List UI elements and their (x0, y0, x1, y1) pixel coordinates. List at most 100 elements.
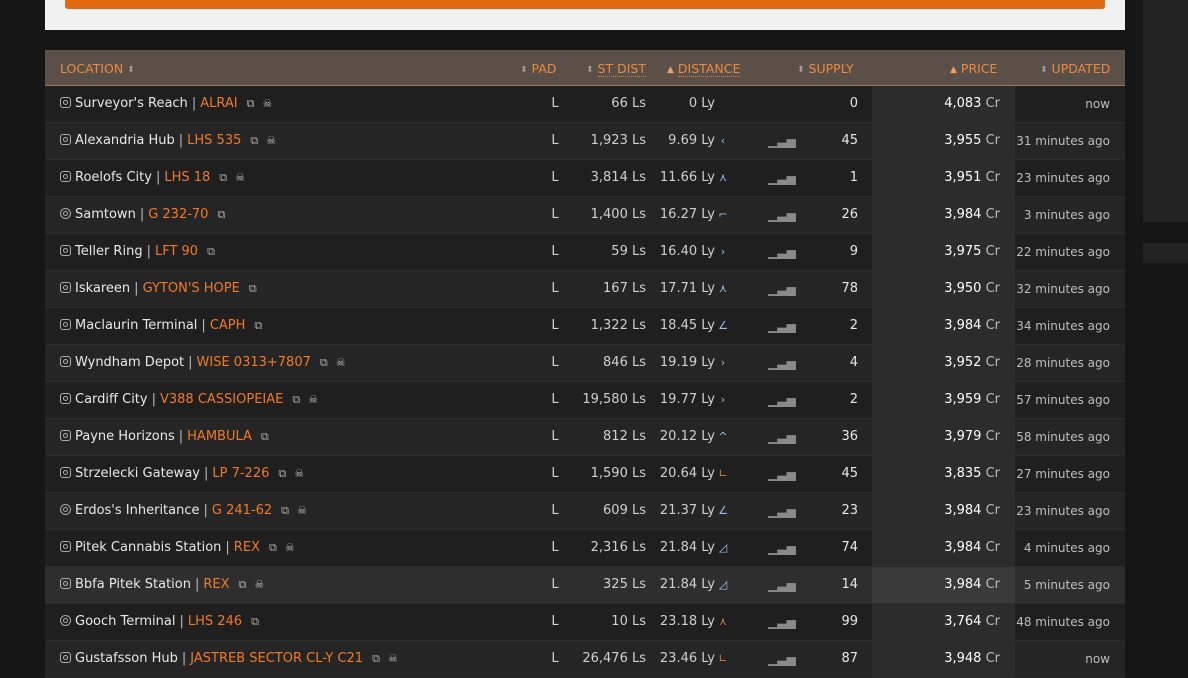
table-row[interactable]: Alexandria Hub | LHS 535 ⧉ ☠ L 1,923 Ls 9.69… (45, 123, 1125, 160)
market-bars-icon[interactable]: ▁▃▅ (768, 493, 796, 529)
market-bars-icon[interactable]: ▁▃▅ (768, 123, 796, 159)
external-link-icon[interactable]: ⧉ (250, 123, 258, 159)
table-row[interactable]: Payne Horizons | HAMBULA ⧉ L 812 Ls 20.12 L… (45, 419, 1125, 456)
station-name[interactable]: Cardiff City (75, 392, 148, 407)
market-bars-icon[interactable]: ▁▃▅ (768, 382, 796, 418)
station-name[interactable]: Gustafsson Hub (75, 651, 178, 666)
table-row[interactable]: Cardiff City | V388 CASSIOPEIAE ⧉ ☠ L 19,580… (45, 382, 1125, 419)
market-bars-icon[interactable]: ▁▃▅ (768, 641, 796, 677)
separator: | (178, 133, 184, 148)
station-name[interactable]: Surveyor's Reach (75, 96, 188, 111)
updated-time: 22 minutes ago (1016, 245, 1110, 259)
system-name-link[interactable]: REX (234, 540, 260, 555)
table-row[interactable]: Iskareen | GYTON'S HOPE ⧉ L 167 Ls 17.71 Ly… (45, 271, 1125, 308)
table-row[interactable]: Strzelecki Gateway | LP 7-226 ⧉ ☠ L 1,590 Ls… (45, 456, 1125, 493)
market-bars-icon[interactable]: ▁▃▅ (768, 234, 796, 270)
system-name-link[interactable]: LHS 246 (188, 614, 242, 629)
system-name-link[interactable]: HAMBULA (187, 429, 252, 444)
station-name[interactable]: Teller Ring (75, 244, 143, 259)
header-updated[interactable]: ⬍ UPDATED (1040, 50, 1110, 85)
table-row[interactable]: Bbfa Pitek Station | REX ⧉ ☠ L 325 Ls 21.84 … (45, 567, 1125, 604)
station-name[interactable]: Pitek Cannabis Station (75, 540, 221, 555)
price-unit: Cr (985, 244, 1000, 259)
market-bars-icon[interactable]: ▁▃▅ (768, 530, 796, 566)
station-name[interactable]: Maclaurin Terminal (75, 318, 197, 333)
external-link-icon[interactable]: ⧉ (251, 604, 259, 640)
system-name-link[interactable]: GYTON'S HOPE (143, 281, 240, 296)
station-name[interactable]: Alexandria Hub (75, 133, 175, 148)
market-bars-icon[interactable]: ▁▃▅ (768, 271, 796, 307)
external-link-icon[interactable]: ⧉ (372, 641, 380, 677)
header-st-dist[interactable]: ⬍ ST DIST (586, 50, 646, 85)
header-price[interactable]: ▲ PRICE (950, 50, 997, 85)
external-link-icon[interactable]: ⧉ (292, 382, 300, 418)
system-name-link[interactable]: LHS 535 (187, 133, 241, 148)
market-bars-icon[interactable]: ▁▃▅ (768, 197, 796, 233)
system-name-link[interactable]: LHS 18 (164, 170, 210, 185)
station-distance: 1,322 Ls (590, 318, 646, 333)
table-row[interactable]: Pitek Cannabis Station | REX ⧉ ☠ L 2,316 Ls … (45, 530, 1125, 567)
market-bars-icon[interactable]: ▁▃▅ (768, 604, 796, 640)
header-location[interactable]: LOCATION ⬍ (60, 50, 139, 85)
orange-action-bar[interactable] (65, 0, 1105, 9)
station-name[interactable]: Wyndham Depot (75, 355, 184, 370)
station-name[interactable]: Payne Horizons (75, 429, 175, 444)
header-distance[interactable]: ▲ DISTANCE (667, 50, 741, 85)
market-bars-icon[interactable]: ▁▃▅ (768, 160, 796, 196)
external-link-icon[interactable]: ⧉ (281, 493, 289, 529)
system-name-link[interactable]: ALRAI (200, 96, 237, 111)
station-name[interactable]: Roelofs City (75, 170, 152, 185)
station-distance: 167 Ls (603, 281, 646, 296)
system-name-link[interactable]: CAPH (210, 318, 246, 333)
system-name-link[interactable]: LFT 90 (155, 244, 198, 259)
external-link-icon[interactable]: ⧉ (249, 271, 257, 307)
external-link-icon[interactable]: ⧉ (269, 530, 277, 566)
direction-arrow-icon: › (720, 245, 726, 258)
supply-value: 45 (841, 133, 858, 148)
table-row[interactable]: Roelofs City | LHS 18 ⧉ ☠ L 3,814 Ls 11.66 L… (45, 160, 1125, 197)
market-bars-icon[interactable]: ▁▃▅ (768, 456, 796, 492)
table-row[interactable]: Wyndham Depot | WISE 0313+7807 ⧉ ☠ L 846 Ls … (45, 345, 1125, 382)
system-name-link[interactable]: WISE 0313+7807 (197, 355, 311, 370)
table-row[interactable]: Erdos's Inheritance | G 241-62 ⧉ ☠ L 609 Ls … (45, 493, 1125, 530)
external-link-icon[interactable]: ⧉ (278, 456, 286, 492)
system-name-link[interactable]: JASTREB SECTOR CL-Y C21 (190, 651, 363, 666)
header-supply[interactable]: ⬍ SUPPLY (797, 50, 854, 85)
system-name-link[interactable]: G 241-62 (212, 503, 272, 518)
station-name[interactable]: Bbfa Pitek Station (75, 577, 191, 592)
table-row[interactable]: Surveyor's Reach | ALRAI ⧉ ☠ L 66 Ls 0 Ly 0 … (45, 86, 1125, 123)
station-icon (60, 504, 71, 515)
system-name-link[interactable]: REX (203, 577, 229, 592)
external-link-icon[interactable]: ⧉ (207, 234, 215, 270)
market-bars-icon[interactable]: ▁▃▅ (768, 345, 796, 381)
external-link-icon[interactable]: ⧉ (254, 308, 262, 344)
table-row[interactable]: Gooch Terminal | LHS 246 ⧉ L 10 Ls 23.18 Ly… (45, 604, 1125, 641)
external-link-icon[interactable]: ⧉ (239, 567, 247, 603)
direction-arrow-icon: ⋏ (718, 615, 728, 628)
station-name[interactable]: Gooch Terminal (75, 614, 175, 629)
external-link-icon[interactable]: ⧉ (261, 419, 269, 455)
station-name[interactable]: Strzelecki Gateway (75, 466, 200, 481)
external-link-icon[interactable]: ⧉ (320, 345, 328, 381)
table-row[interactable]: Teller Ring | LFT 90 ⧉ L 59 Ls 16.40 Ly › ▁▃… (45, 234, 1125, 271)
external-link-icon[interactable]: ⧉ (247, 86, 255, 122)
system-name-link[interactable]: LP 7-226 (212, 466, 269, 481)
market-bars-icon[interactable]: ▁▃▅ (768, 419, 796, 455)
updated-time: now (1085, 97, 1110, 111)
header-pad[interactable]: ⬍ PAD (520, 50, 556, 85)
distance-cell: 21.84 Ly ◿ (660, 530, 729, 566)
external-link-icon[interactable]: ⧉ (219, 160, 227, 196)
market-bars-icon[interactable]: ▁▃▅ (768, 567, 796, 603)
table-row[interactable]: Gustafsson Hub | JASTREB SECTOR CL-Y C21 ⧉ ☠… (45, 641, 1125, 678)
system-name-link[interactable]: G 232-70 (148, 207, 208, 222)
system-name-link[interactable]: V388 CASSIOPEIAE (160, 392, 283, 407)
station-icon (60, 171, 71, 182)
pad-size: L (551, 281, 559, 296)
table-row[interactable]: Samtown | G 232-70 ⧉ L 1,400 Ls 16.27 Ly ⌐ ▁… (45, 197, 1125, 234)
external-link-icon[interactable]: ⧉ (217, 197, 225, 233)
table-row[interactable]: Maclaurin Terminal | CAPH ⧉ L 1,322 Ls 18.4… (45, 308, 1125, 345)
market-bars-icon[interactable]: ▁▃▅ (768, 308, 796, 344)
station-name[interactable]: Iskareen (75, 281, 130, 296)
station-name[interactable]: Samtown (75, 207, 136, 222)
station-name[interactable]: Erdos's Inheritance (75, 503, 200, 518)
